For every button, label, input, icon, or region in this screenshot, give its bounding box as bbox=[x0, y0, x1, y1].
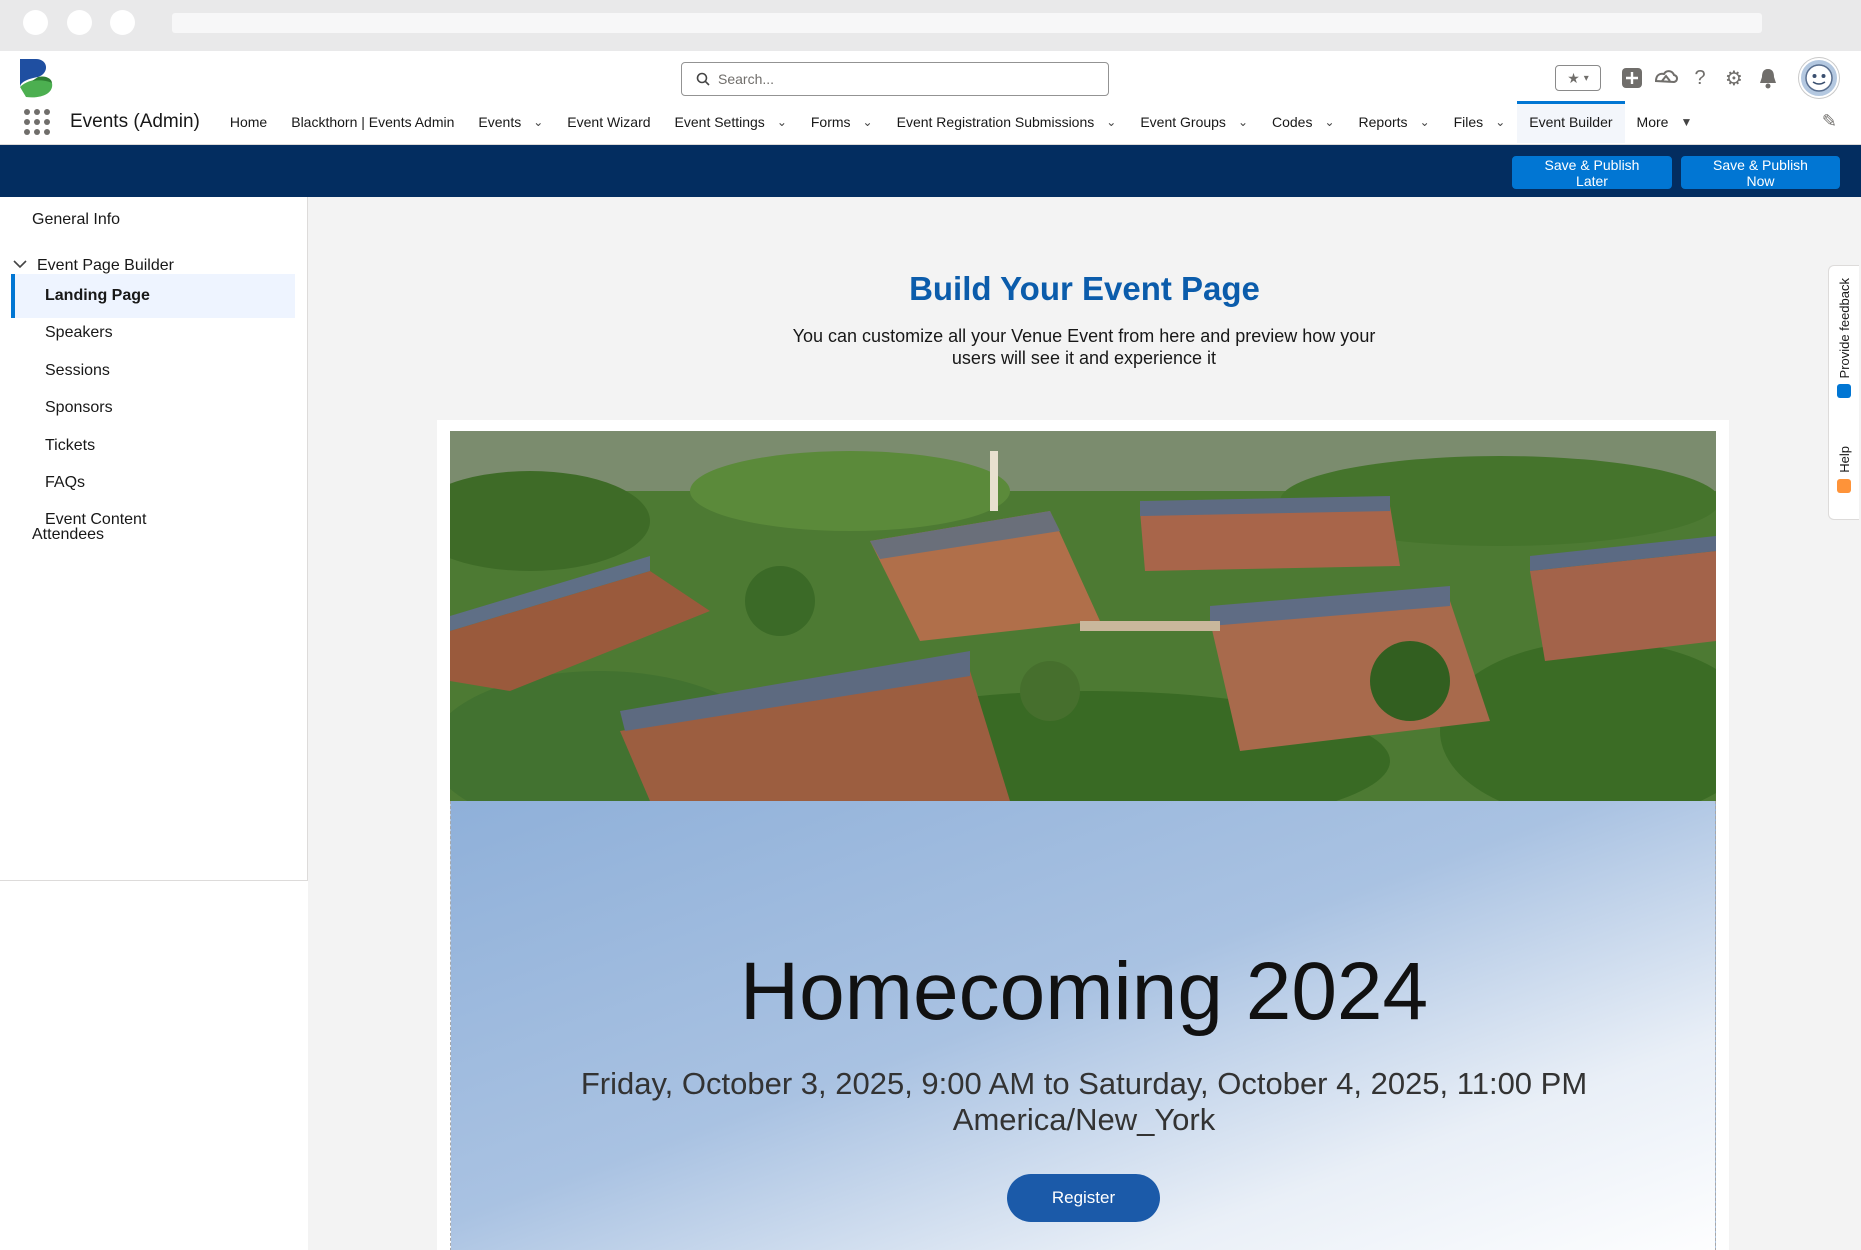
user-avatar[interactable] bbox=[1799, 58, 1839, 98]
browser-toolbar bbox=[0, 0, 1861, 51]
add-icon[interactable] bbox=[1619, 65, 1645, 91]
sidebar-item-event-page-builder[interactable]: Event Page Builder bbox=[37, 257, 174, 275]
event-preview-canvas: Homecoming 2024 Friday, October 3, 2025,… bbox=[437, 420, 1729, 1250]
chevron-down-icon[interactable]: ⌄ bbox=[1238, 115, 1248, 129]
gear-icon[interactable]: ⚙ bbox=[1721, 65, 1747, 91]
nav-item-label: Event Wizard bbox=[567, 114, 651, 130]
chevron-down-icon[interactable]: ⌄ bbox=[1420, 115, 1430, 129]
blackthorn-logo[interactable] bbox=[18, 57, 56, 99]
nav-item-label: Codes bbox=[1272, 114, 1313, 130]
app-header: ★ ▾ ? ⚙ Events (Admin) Home Blackthorn | … bbox=[0, 51, 1861, 145]
nav-item-files[interactable]: Files ⌄ bbox=[1442, 101, 1518, 143]
bell-icon[interactable] bbox=[1755, 65, 1781, 91]
address-bar[interactable] bbox=[172, 13, 1762, 33]
avatar-icon bbox=[1805, 64, 1833, 92]
nav-item-forms[interactable]: Forms ⌄ bbox=[799, 101, 885, 143]
event-banner[interactable]: Homecoming 2024 Friday, October 3, 2025,… bbox=[450, 801, 1716, 1250]
nav-item-label: Blackthorn | Events Admin bbox=[291, 114, 455, 130]
provide-feedback-tab[interactable]: Provide feedback bbox=[1832, 278, 1856, 399]
campus-aerial-image bbox=[450, 431, 1716, 801]
star-icon: ★ bbox=[1567, 69, 1580, 86]
edit-nav-icon[interactable]: ✎ bbox=[1822, 111, 1837, 132]
window-control[interactable] bbox=[23, 10, 48, 35]
chevron-down-icon[interactable]: ⌄ bbox=[1495, 115, 1505, 129]
nav-item-label: Event Settings bbox=[674, 114, 765, 130]
feedback-label: Provide feedback bbox=[1836, 278, 1852, 379]
help-label: Help bbox=[1836, 446, 1852, 473]
chevron-down-icon[interactable]: ⌄ bbox=[533, 115, 543, 129]
chevron-down-icon[interactable]: ⌄ bbox=[863, 115, 873, 129]
window-control[interactable] bbox=[110, 10, 135, 35]
nav-item-label: Forms bbox=[810, 114, 851, 130]
page-title: Build Your Event Page bbox=[909, 270, 1260, 307]
app-launcher-icon[interactable] bbox=[24, 109, 50, 135]
register-button[interactable]: Register bbox=[1007, 1174, 1160, 1222]
help-icon[interactable]: ? bbox=[1687, 65, 1713, 91]
search-icon bbox=[696, 72, 710, 86]
event-title: Homecoming 2024 bbox=[739, 946, 1429, 1037]
chevron-down-icon[interactable] bbox=[12, 257, 28, 275]
nav-item-label: Event Builder bbox=[1529, 114, 1613, 130]
nav-item-event-settings[interactable]: Event Settings ⌄ bbox=[663, 101, 799, 143]
help-tab[interactable]: Help bbox=[1832, 446, 1856, 493]
page-description: You can customize all your Venue Event f… bbox=[792, 326, 1376, 368]
sidebar-item-attendees[interactable]: Attendees bbox=[32, 526, 104, 544]
builder-main: Build Your Event Page You can customize … bbox=[308, 197, 1861, 1250]
chevron-down-icon[interactable]: ⌄ bbox=[777, 115, 787, 129]
nav-item-label: Event Registration Submissions bbox=[896, 114, 1095, 130]
nav-item-more[interactable]: More ▼ bbox=[1625, 101, 1705, 143]
header-utilities: ★ ▾ ? ⚙ bbox=[1555, 58, 1839, 98]
nav-item-label: More bbox=[1636, 114, 1669, 130]
chevron-down-icon[interactable]: ⌄ bbox=[1106, 115, 1116, 129]
nav-item-codes[interactable]: Codes ⌄ bbox=[1260, 101, 1347, 143]
nav-item-event-registration-submissions[interactable]: Event Registration Submissions ⌄ bbox=[885, 101, 1129, 143]
nav-item-event-groups[interactable]: Event Groups ⌄ bbox=[1128, 101, 1260, 143]
sidebar-item-general-info[interactable]: General Info bbox=[32, 211, 120, 229]
chevron-down-icon[interactable]: ⌄ bbox=[1324, 115, 1334, 129]
nav-item-event-builder[interactable]: Event Builder bbox=[1517, 101, 1625, 143]
global-search[interactable] bbox=[681, 62, 1109, 96]
help-badge-icon bbox=[1837, 478, 1851, 493]
builder-sidebar: General Info Event Page Builder Landing … bbox=[0, 197, 308, 881]
nav-item-label: Event Groups bbox=[1140, 114, 1226, 130]
app-navigation: Events (Admin) Home Blackthorn | Events A… bbox=[0, 101, 1861, 143]
event-date: Friday, October 3, 2025, 9:00 AM to Satu… bbox=[580, 1066, 1588, 1137]
window-control[interactable] bbox=[67, 10, 92, 35]
nav-item-label: Reports bbox=[1358, 114, 1408, 130]
action-bar: Save & Publish Later Save & Publish Now bbox=[0, 145, 1861, 197]
save-publish-now-button[interactable]: Save & Publish Now bbox=[1681, 156, 1840, 189]
feedback-icon bbox=[1837, 384, 1851, 399]
utility-rail: Provide feedback Help bbox=[1828, 265, 1859, 520]
nav-item-event-wizard[interactable]: Event Wizard bbox=[555, 101, 662, 143]
chevron-down-icon[interactable]: ▼ bbox=[1680, 115, 1692, 129]
caret-down-icon: ▾ bbox=[1583, 72, 1589, 84]
nav-item-label: Home bbox=[229, 114, 268, 130]
trailhead-icon[interactable] bbox=[1653, 65, 1679, 91]
hero-image[interactable] bbox=[450, 431, 1716, 801]
save-publish-later-button[interactable]: Save & Publish Later bbox=[1512, 156, 1672, 189]
favorites-button[interactable]: ★ ▾ bbox=[1555, 65, 1601, 91]
nav-item-home[interactable]: Home bbox=[218, 101, 279, 143]
app-name: Events (Admin) bbox=[70, 111, 200, 132]
nav-item-label: Files bbox=[1453, 114, 1484, 130]
nav-item-label: Events bbox=[478, 114, 522, 130]
nav-item-blackthorn-events-admin[interactable]: Blackthorn | Events Admin bbox=[279, 101, 466, 143]
nav-item-events[interactable]: Events ⌄ bbox=[466, 101, 555, 143]
nav-item-reports[interactable]: Reports ⌄ bbox=[1347, 101, 1442, 143]
search-input[interactable] bbox=[718, 71, 1078, 87]
